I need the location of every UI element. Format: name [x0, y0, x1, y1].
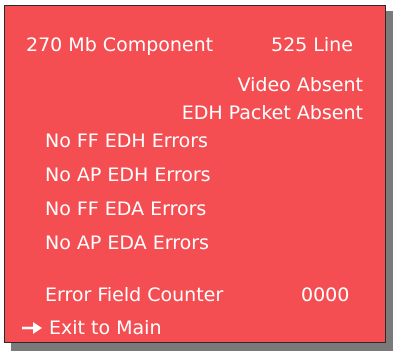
ff-eda-errors-text: No FF EDA Errors	[45, 198, 207, 220]
ff-edh-errors-text: No FF EDH Errors	[45, 130, 208, 152]
video-status-text: Video Absent	[237, 74, 363, 96]
ap-edh-errors-text: No AP EDH Errors	[45, 164, 211, 186]
error-field-counter-label: Error Field Counter	[45, 284, 224, 306]
signal-format-label: 270 Mb Component	[26, 34, 214, 56]
line-standard-label: 525 Line	[271, 34, 353, 56]
status-panel: 270 Mb Component 525 Line Video Absent E…	[4, 5, 386, 343]
ap-eda-errors-text: No AP EDA Errors	[45, 232, 209, 254]
exit-to-main-menu-item[interactable]: Exit to Main	[21, 316, 162, 340]
edh-packet-status-text: EDH Packet Absent	[181, 102, 363, 124]
right-arrow-icon	[22, 322, 42, 334]
error-field-counter-value: 0000	[301, 284, 350, 306]
exit-to-main-label: Exit to Main	[49, 316, 162, 339]
